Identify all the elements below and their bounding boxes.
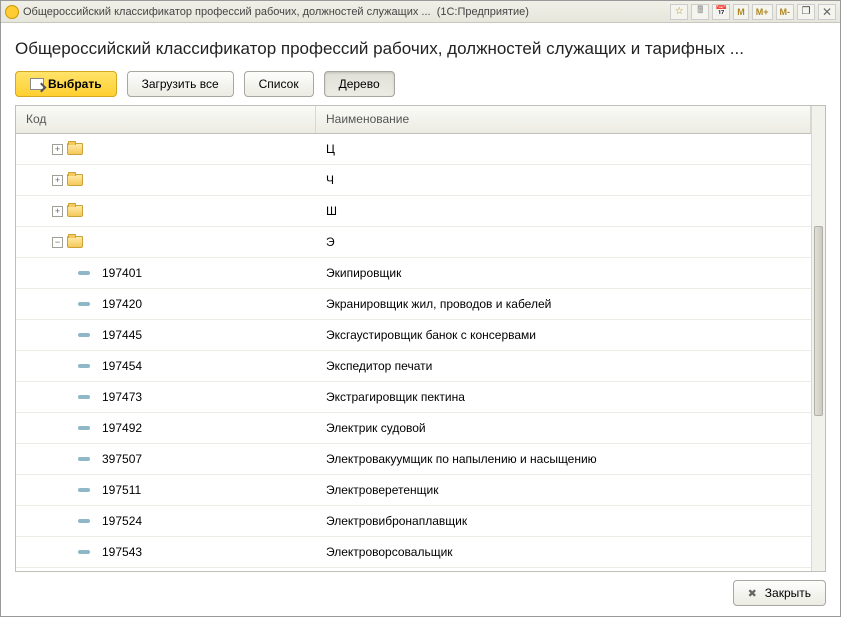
table-row[interactable]: 197492 Электрик судовой	[16, 413, 811, 444]
name-value: Электровакуумщик по напылению и насыщени…	[316, 452, 811, 466]
name-value: Экстрагировщик пектина	[316, 390, 811, 404]
folder-icon	[67, 236, 83, 248]
code-value: 197511	[102, 483, 141, 497]
scrollbar[interactable]	[811, 106, 825, 571]
item-icon	[78, 395, 90, 399]
expand-icon[interactable]: +	[52, 206, 63, 217]
code-value: 197445	[102, 328, 142, 342]
scrollbar-thumb[interactable]	[814, 226, 823, 416]
toolbar: Выбрать Загрузить все Список Дерево	[15, 71, 826, 97]
calculator-icon[interactable]: 🖩	[691, 4, 709, 20]
name-value: Экспедитор печати	[316, 359, 811, 373]
name-value: Электроворсовальщик	[316, 545, 811, 559]
name-value: Экипировщик	[316, 266, 811, 280]
m-button[interactable]: M	[733, 4, 749, 20]
window-close-icon[interactable]: ✕	[818, 4, 836, 20]
m-plus-button[interactable]: M+	[752, 4, 773, 20]
table-row[interactable]: 197562 Электрогазосварщик	[16, 568, 811, 571]
window-restore-icon[interactable]: ❐	[797, 4, 815, 20]
item-icon	[78, 457, 90, 461]
table-header: Код Наименование	[16, 106, 811, 134]
expand-icon[interactable]: +	[52, 175, 63, 186]
table-row[interactable]: 197511 Электроверетенщик	[16, 475, 811, 506]
col-name[interactable]: Наименование	[316, 106, 811, 133]
expand-icon[interactable]: +	[52, 144, 63, 155]
folder-icon	[67, 205, 83, 217]
page-title: Общероссийский классификатор профессий р…	[15, 39, 826, 59]
group-row[interactable]: + Ч	[16, 165, 811, 196]
select-icon	[30, 78, 44, 90]
close-icon: ✖	[748, 587, 757, 600]
collapse-icon[interactable]: −	[52, 237, 63, 248]
name-value: Экранировщик жил, проводов и кабелей	[316, 297, 811, 311]
table-row[interactable]: 197473 Экстрагировщик пектина	[16, 382, 811, 413]
table-row[interactable]: 197454 Экспедитор печати	[16, 351, 811, 382]
table-row[interactable]: 397507 Электровакуумщик по напылению и н…	[16, 444, 811, 475]
col-code[interactable]: Код	[16, 106, 316, 133]
table-row[interactable]: 197420 Экранировщик жил, проводов и кабе…	[16, 289, 811, 320]
group-label: Ц	[316, 142, 811, 156]
table-row[interactable]: 197543 Электроворсовальщик	[16, 537, 811, 568]
code-value: 197492	[102, 421, 142, 435]
item-icon	[78, 426, 90, 430]
table-row[interactable]: 197524 Электровибронаплавщик	[16, 506, 811, 537]
group-row[interactable]: + Ш	[16, 196, 811, 227]
table-row[interactable]: 197401 Экипировщик	[16, 258, 811, 289]
code-value: 197420	[102, 297, 142, 311]
select-button[interactable]: Выбрать	[15, 71, 117, 97]
tree-button[interactable]: Дерево	[324, 71, 395, 97]
group-label: Ч	[316, 173, 811, 187]
code-value: 197401	[102, 266, 142, 280]
close-button[interactable]: ✖ Закрыть	[733, 580, 826, 606]
item-icon	[78, 302, 90, 306]
group-row[interactable]: − Э	[16, 227, 811, 258]
name-value: Электровибронаплавщик	[316, 514, 811, 528]
titlebar-tools: ☆ 🖩 📅 M M+ M- ❐ ✕	[670, 4, 836, 20]
m-minus-button[interactable]: M-	[776, 4, 795, 20]
list-button[interactable]: Список	[244, 71, 314, 97]
window-title: Общероссийский классификатор профессий р…	[23, 6, 670, 18]
load-all-button[interactable]: Загрузить все	[127, 71, 234, 97]
code-value: 397507	[102, 452, 142, 466]
name-value: Электроверетенщик	[316, 483, 811, 497]
name-value: Электрик судовой	[316, 421, 811, 435]
titlebar: Общероссийский классификатор профессий р…	[1, 1, 840, 23]
favorite-icon[interactable]: ☆	[670, 4, 688, 20]
table-row[interactable]: 197445 Эксгаустировщик банок с консервам…	[16, 320, 811, 351]
code-value: 197473	[102, 390, 142, 404]
code-value: 197543	[102, 545, 142, 559]
calendar-icon[interactable]: 📅	[712, 4, 730, 20]
group-row[interactable]: + Ц	[16, 134, 811, 165]
code-value: 197454	[102, 359, 142, 373]
group-label: Э	[316, 235, 811, 249]
item-icon	[78, 550, 90, 554]
item-icon	[78, 519, 90, 523]
folder-icon	[67, 143, 83, 155]
table: Код Наименование + Ц + Ч + Ш − Э 197401 …	[15, 105, 826, 572]
item-icon	[78, 488, 90, 492]
folder-icon	[67, 174, 83, 186]
app-icon	[5, 5, 19, 19]
item-icon	[78, 364, 90, 368]
group-label: Ш	[316, 204, 811, 218]
code-value: 197524	[102, 514, 142, 528]
name-value: Эксгаустировщик банок с консервами	[316, 328, 811, 342]
item-icon	[78, 333, 90, 337]
item-icon	[78, 271, 90, 275]
